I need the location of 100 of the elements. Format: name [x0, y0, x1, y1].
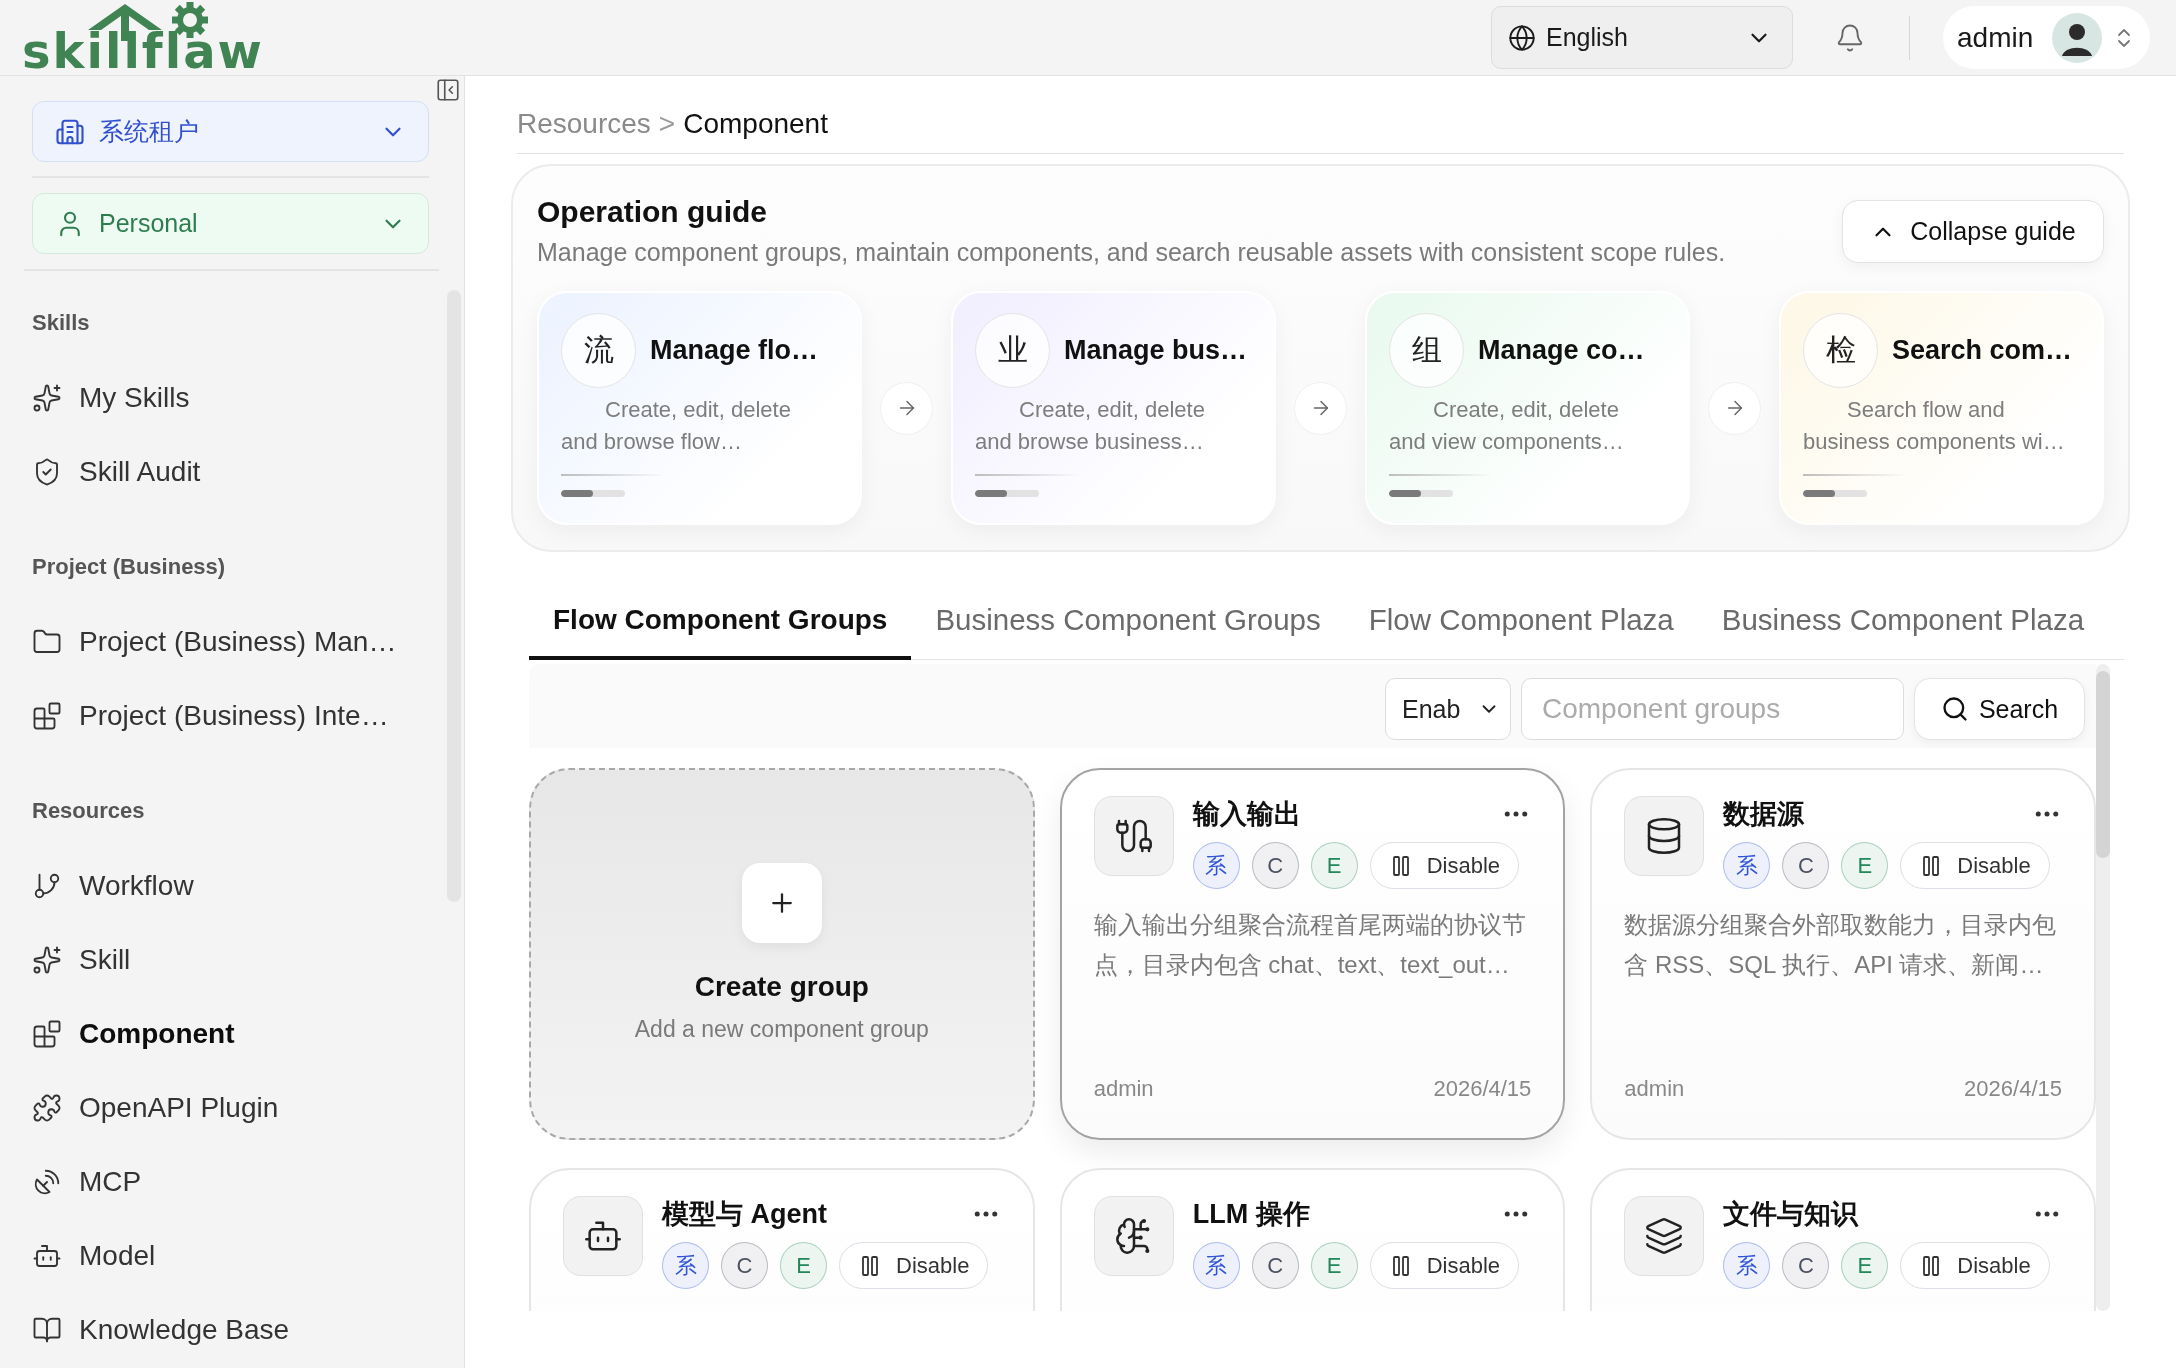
group-card[interactable]: LLM 操作 系 C E Disable	[1059, 1168, 1566, 1311]
step-description: Search flow and business components wi…	[1803, 396, 2066, 456]
plus-icon	[741, 863, 822, 943]
satellite-dish-icon	[32, 1167, 62, 1197]
database-icon	[1624, 796, 1705, 876]
nav-item[interactable]: Project (Business) Man…	[32, 612, 429, 672]
tab[interactable]: Flow Component Groups	[529, 588, 912, 660]
user-menu-button[interactable]: admin	[1943, 6, 2150, 69]
scope-badge: E	[1310, 1242, 1358, 1289]
step-card[interactable]: 业 Manage bus… Create, edit, delete and browse business…	[951, 291, 1276, 525]
step-card[interactable]: 流 Manage flo… Create, edit, delete and browse flow…	[537, 291, 862, 525]
scope-badge: 系	[1192, 842, 1240, 889]
group-title: 模型与 Agent	[662, 1198, 827, 1231]
create-group-title: Create group	[694, 970, 869, 1004]
breadcrumb-separator: >	[658, 107, 676, 141]
tab[interactable]: Business Component Groups	[911, 588, 1345, 660]
step-card[interactable]: 组 Manage co… Create, edit, delete and view components…	[1365, 291, 1690, 525]
scope-badge: E	[1310, 842, 1358, 889]
nav-item[interactable]: Skill Audit	[32, 442, 429, 502]
tab[interactable]: Business Component Plaza	[1697, 588, 2109, 660]
nav-item[interactable]: Skill	[32, 930, 429, 990]
tenant-select[interactable]: 系统租户	[32, 101, 429, 162]
nav-item[interactable]: Component	[32, 1004, 429, 1064]
group-card[interactable]: 模型与 Agent 系 C E Disable	[529, 1168, 1035, 1311]
scope-badge: 系	[1723, 842, 1771, 889]
nav-item[interactable]: Workflow	[32, 856, 429, 916]
disable-button[interactable]: Disable	[1900, 1242, 2050, 1289]
logo-text: skillflaw	[22, 26, 264, 75]
guide-description: Manage component groups, maintain components, and search reusable assets with consistent scope rules.	[537, 237, 1726, 268]
sparkles-icon	[32, 945, 62, 975]
nav-item[interactable]: OpenAPI Plugin	[32, 1078, 429, 1138]
group-owner: admin	[1624, 1075, 1685, 1103]
create-group-subtitle: Add a new component group	[634, 1015, 929, 1044]
scope-badge: C	[1782, 842, 1830, 889]
group-owner: admin	[1093, 1075, 1154, 1103]
scope-badge: C	[1782, 1242, 1830, 1289]
step-title: Manage flo…	[650, 335, 818, 366]
group-date: 2026/4/15	[1433, 1075, 1532, 1103]
step-glyph: 业	[975, 313, 1050, 388]
collapse-guide-button[interactable]: Collapse guide	[1842, 200, 2104, 263]
group-title: 文件与知识	[1723, 1198, 1859, 1231]
nav-section-title: Resources	[32, 797, 146, 825]
search-icon	[1940, 695, 1969, 723]
step-description: Create, edit, delete and browse flow…	[561, 396, 792, 456]
step-glyph: 流	[561, 313, 636, 388]
nav-item[interactable]: Knowledge Base	[32, 1300, 429, 1360]
group-date: 2026/4/15	[1964, 1075, 2062, 1103]
breadcrumb-current: Component	[683, 107, 828, 141]
step-description: Create, edit, delete and browse business…	[975, 396, 1206, 456]
step-glyph: 检	[1803, 313, 1878, 388]
group-card[interactable]: 数据源 系 C E Disable 数据源分组聚合外部取数能力，目录内包含 RSS、SQL 执行、API 请求、新闻… admin 2026/4/15	[1590, 768, 2096, 1140]
robot-icon	[563, 1196, 643, 1276]
group-description: 数据源分组聚合外部取数能力，目录内包含 RSS、SQL 执行、API 请求、新闻…	[1624, 910, 2058, 980]
step-title: Manage bus…	[1064, 335, 1248, 366]
scope-badge: 系	[1723, 1242, 1771, 1289]
scope-badge: C	[721, 1242, 768, 1289]
disable-button[interactable]: Disable	[1369, 842, 1520, 889]
scope-badge: C	[1251, 1242, 1299, 1289]
scope-badge: C	[1251, 842, 1299, 889]
group-card[interactable]: 输入输出 系 C E Disable 输入输出分组聚合流程首尾两端的协议节点，目录内包含 chat、text、text_out… admin 2026/4/15	[1059, 768, 1566, 1140]
search-field[interactable]: Component groups	[1521, 678, 1904, 740]
brain-icon	[1093, 1196, 1174, 1276]
disable-button[interactable]: Disable	[1369, 1242, 1520, 1289]
scope-badge: 系	[662, 1242, 709, 1289]
disable-button[interactable]: Disable	[1900, 842, 2050, 889]
puzzle-icon	[32, 1093, 62, 1123]
step-title: Manage co…	[1478, 335, 1645, 366]
layers-icon	[1624, 1196, 1705, 1276]
nav-item[interactable]: Project (Business) Inte…	[32, 686, 429, 746]
scope-badge: E	[1841, 1242, 1889, 1289]
status-select[interactable]: Enab	[1385, 678, 1511, 740]
nav-item[interactable]: Model	[32, 1226, 429, 1286]
scope-badge: E	[1841, 842, 1889, 889]
language-select[interactable]: English	[1491, 6, 1793, 69]
group-title: LLM 操作	[1192, 1198, 1310, 1231]
search-button[interactable]: Search	[1914, 678, 2085, 740]
nav-item[interactable]: My Skills	[32, 368, 429, 428]
group-card[interactable]: 文件与知识 系 C E Disable	[1590, 1168, 2096, 1311]
nav-section-title: Skills	[32, 309, 91, 337]
avatar-icon	[2052, 12, 2102, 63]
group-description: 输入输出分组聚合流程首尾两端的协议节点，目录内包含 chat、text、text_out…	[1093, 910, 1527, 980]
cable-icon	[1093, 796, 1174, 876]
panel-collapse-icon[interactable]	[435, 77, 461, 103]
step-card[interactable]: 检 Search com… Search flow and business components wi…	[1779, 291, 2104, 525]
blocks-icon	[32, 1019, 62, 1049]
guide-title: Operation guide	[537, 194, 768, 230]
create-group-card[interactable]: Create group Add a new component group	[529, 768, 1035, 1140]
group-title: 数据源	[1723, 798, 1805, 831]
bell-icon[interactable]	[1835, 22, 1865, 53]
disable-button[interactable]: Disable	[839, 1242, 989, 1289]
group-title: 输入输出	[1192, 798, 1301, 831]
scope-badge: E	[780, 1242, 827, 1289]
branch-icon	[32, 871, 62, 901]
arrow-right-icon	[880, 381, 933, 435]
step-title: Search com…	[1892, 335, 2073, 366]
nav-item[interactable]: MCP	[32, 1152, 429, 1212]
tab[interactable]: Flow Component Plaza	[1344, 588, 1698, 660]
step-glyph: 组	[1389, 313, 1464, 388]
sparkles-icon	[32, 383, 62, 413]
scope-select[interactable]: Personal	[32, 193, 429, 254]
